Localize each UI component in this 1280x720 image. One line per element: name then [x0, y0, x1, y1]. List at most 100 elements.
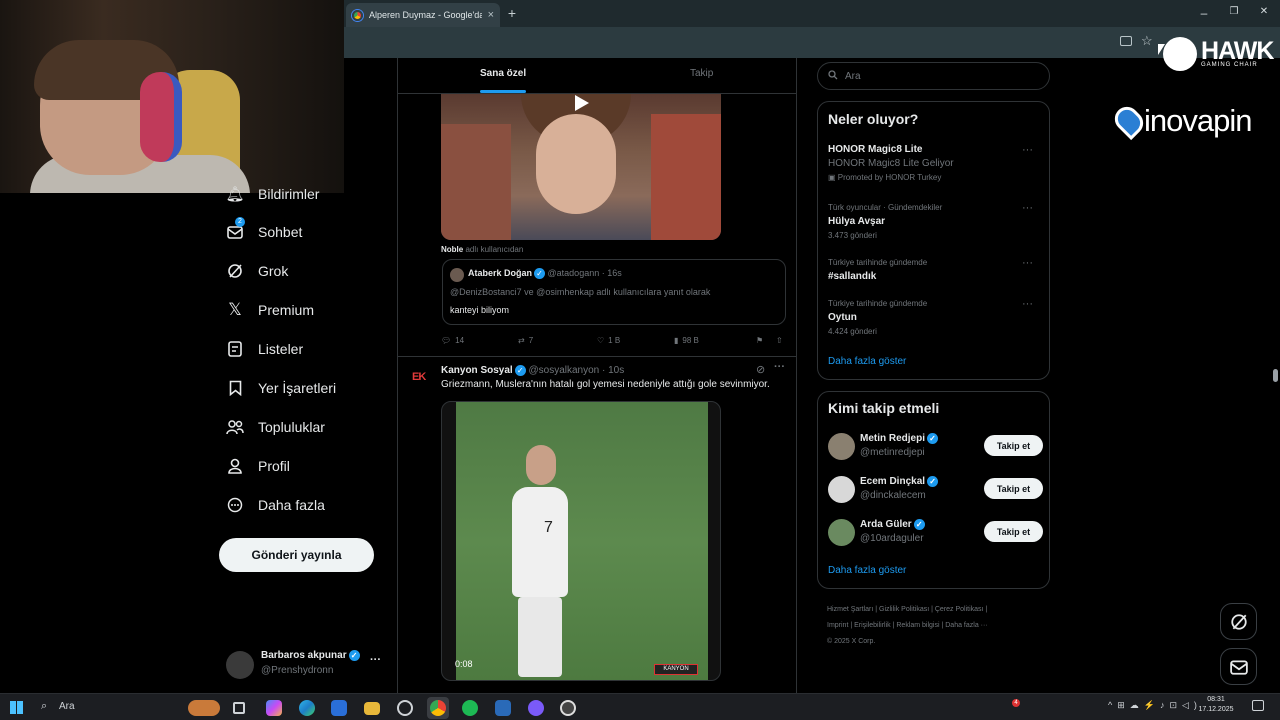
discord-icon[interactable]: [528, 700, 544, 716]
trend-more-button[interactable]: ···: [1022, 143, 1033, 157]
tweet[interactable]: EK Kanyon Sosyal ✓ @sosyalkanyon · 10s ⊘ …: [398, 356, 796, 693]
post-button[interactable]: Gönderi yayınla: [219, 538, 374, 572]
follow-suggestion[interactable]: Ecem Dinçkal ✓ @dinckalecem Takip et: [828, 474, 1043, 504]
nav-item-grok[interactable]: Grok: [226, 256, 288, 286]
tweet-text: Griezmann, Muslera'nın hatalı gol yemesi…: [441, 379, 770, 390]
nav-label: Listeler: [258, 341, 304, 357]
chrome-icon[interactable]: [430, 700, 446, 716]
views-button[interactable]: ▮ 98 B: [674, 336, 756, 345]
new-tab-button[interactable]: +: [505, 5, 519, 21]
xbox-icon[interactable]: [397, 700, 413, 716]
follow-suggestion[interactable]: Metin Redjepi ✓ @metinredjepi Takip et: [828, 431, 1043, 461]
minimize-button[interactable]: –: [1196, 6, 1212, 20]
account-handle: @Prenshydronn: [261, 665, 334, 676]
like-button[interactable]: ♡ 1 B: [597, 336, 674, 345]
widget-weather-icon[interactable]: [188, 700, 220, 716]
taskbar-search-icon[interactable]: ⌕: [41, 700, 47, 713]
footer-line[interactable]: Imprint | Erişilebilirlik | Reklam bilgi…: [827, 618, 1042, 634]
windows-start-icon[interactable]: [10, 701, 23, 714]
system-tray-icons[interactable]: ^⊞☁⚡♪⊡◁): [1108, 700, 1202, 711]
nav-label: Topluluklar: [258, 419, 325, 435]
avatar: [226, 651, 254, 679]
video-player[interactable]: 7 0:08 KANYON: [441, 401, 721, 681]
follow-button[interactable]: Takip et: [984, 521, 1043, 542]
follow-button[interactable]: Takip et: [984, 435, 1043, 456]
grok-fab-button[interactable]: [1220, 603, 1257, 640]
file-explorer-icon[interactable]: [364, 702, 380, 715]
nav-item-bookmarks[interactable]: Yer İşaretleri: [226, 373, 336, 403]
profile-icon: [226, 457, 244, 475]
tweet-time: · 10s: [602, 365, 625, 377]
nav-item-premium[interactable]: 𝕏 Premium: [226, 295, 314, 325]
nav-item-more[interactable]: Daha fazla: [226, 490, 325, 520]
spotify-icon[interactable]: [462, 700, 478, 716]
grok-icon: [226, 262, 244, 280]
trend-item[interactable]: Türkiye tarihinde gündemde #sallandık ··…: [828, 256, 1043, 284]
messages-fab-button[interactable]: [1220, 648, 1257, 685]
browser-tab[interactable]: Alperen Duymaz - Google'da A ×: [346, 3, 500, 27]
steam-icon[interactable]: [495, 700, 511, 716]
play-icon[interactable]: [575, 95, 589, 111]
trends-panel: Neler oluyor? HONOR Magic8 Lite HONOR Ma…: [817, 101, 1050, 380]
mail-icon: [1229, 659, 1248, 675]
tab-following[interactable]: Takip: [690, 68, 713, 79]
quoted-tweet[interactable]: Ataberk Doğan ✓ @atadogann · 16s @DenizBo…: [442, 259, 786, 325]
trend-count: 4.424 gönderi: [828, 327, 877, 336]
trend-context: Türkiye tarihinde gündemde: [828, 258, 928, 267]
trend-context: Türk oyuncular · Gündemdekiler: [828, 203, 943, 212]
hawk-emblem-icon: [1163, 37, 1197, 71]
nav-item-communities[interactable]: Topluluklar: [226, 412, 325, 442]
timeline-tabs: Sana özel Takip: [398, 58, 796, 94]
account-switcher[interactable]: Barbaros akpunar ✓ @Prenshydronn ···: [226, 649, 396, 683]
nav-item-chat[interactable]: 2 Sohbet: [226, 217, 302, 247]
follow-name-row: Arda Güler ✓: [860, 519, 925, 530]
video-player[interactable]: [441, 94, 721, 240]
install-app-icon[interactable]: [1120, 36, 1132, 46]
tab-close-button[interactable]: ×: [488, 9, 494, 21]
nav-item-profile[interactable]: Profil: [226, 451, 290, 481]
follow-name: Metin Redjepi: [860, 433, 926, 445]
more-circle-icon: [226, 496, 244, 514]
scrollbar-thumb[interactable]: [1273, 369, 1278, 382]
tab-for-you[interactable]: Sana özel: [480, 68, 526, 79]
footer-line[interactable]: Hizmet Şartları | Gizlilik Politikası | …: [827, 602, 1042, 618]
notification-count-badge: 4: [1012, 699, 1020, 707]
notifications-center-icon[interactable]: [1252, 700, 1264, 711]
outlook-icon[interactable]: [331, 700, 347, 716]
trend-item[interactable]: Türk oyuncular · Gündemdekiler Hülya Avş…: [828, 201, 1043, 243]
repost-button[interactable]: ⇄ 7: [518, 336, 597, 345]
edge-icon[interactable]: [299, 700, 315, 716]
verified-badge-icon: ✓: [534, 268, 546, 280]
follow-show-more-link[interactable]: Daha fazla göster: [828, 565, 906, 576]
restore-button[interactable]: ❐: [1226, 6, 1242, 17]
taskbar-clock[interactable]: 08:31 17.12.2025: [1198, 695, 1234, 715]
copilot-icon[interactable]: [266, 700, 282, 716]
tweet-more-button[interactable]: ···: [774, 361, 785, 373]
browser-toolbar: [344, 27, 1280, 58]
task-view-icon[interactable]: [233, 702, 245, 714]
account-more-button[interactable]: ···: [370, 654, 381, 666]
nav-item-notifications[interactable]: 🔔︎ Bildirimler: [225, 179, 319, 209]
search-input[interactable]: Ara: [817, 62, 1050, 90]
trend-more-button[interactable]: ···: [1022, 297, 1033, 311]
nav-item-lists[interactable]: Listeler: [226, 334, 303, 364]
trend-item[interactable]: Türkiye tarihinde gündemde Oytun 4.424 g…: [828, 297, 1043, 339]
bookmark-star-icon[interactable]: ☆: [1141, 33, 1153, 49]
tab-title: Alperen Duymaz - Google'da A: [369, 10, 482, 20]
trends-show-more-link[interactable]: Daha fazla göster: [828, 356, 906, 367]
obs-icon[interactable]: [560, 700, 576, 716]
tweet-header: Kanyon Sosyal ✓ @sosyalkanyon · 10s: [441, 365, 624, 376]
reply-button[interactable]: 💬︎ 14: [441, 336, 518, 345]
grok-analyze-icon[interactable]: ⊘: [756, 363, 765, 376]
close-window-button[interactable]: ✕: [1256, 6, 1272, 17]
trend-item[interactable]: HONOR Magic8 Lite HONOR Magic8 Lite Geli…: [828, 143, 1043, 185]
bookmark-button[interactable]: ⚑: [756, 336, 776, 345]
follow-button[interactable]: Takip et: [984, 478, 1043, 499]
taskbar-search-text[interactable]: Ara: [59, 701, 75, 712]
follow-suggestion[interactable]: Arda Güler ✓ @10ardaguler Takip et: [828, 517, 1043, 547]
avatar: [828, 476, 855, 503]
share-button[interactable]: ⇧: [776, 336, 783, 345]
trend-more-button[interactable]: ···: [1022, 201, 1033, 215]
jersey-number: 7: [544, 519, 553, 536]
trend-more-button[interactable]: ···: [1022, 256, 1033, 270]
